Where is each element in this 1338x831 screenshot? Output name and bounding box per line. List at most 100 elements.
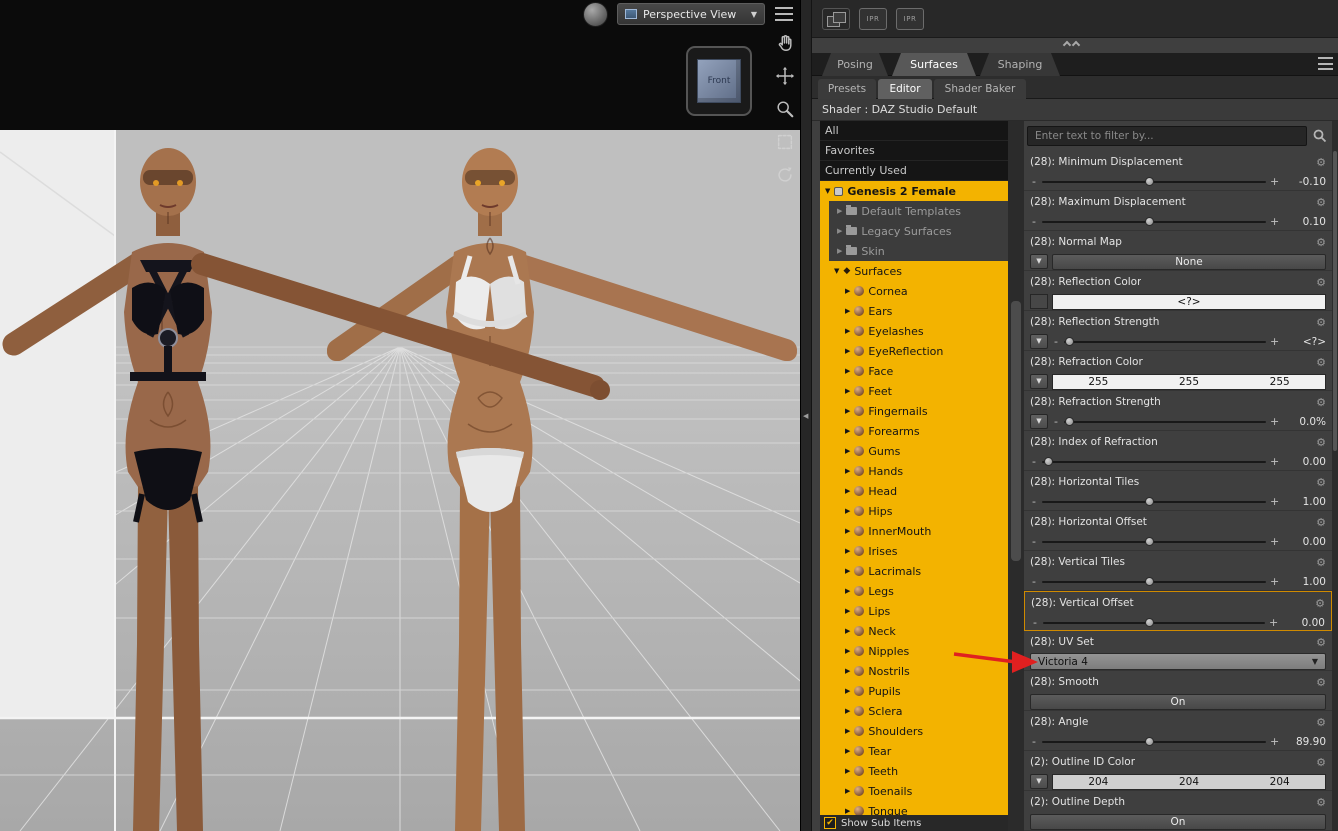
tree-item-default-templates[interactable]: ▶ Default Templates bbox=[820, 201, 1008, 221]
viewport-3d[interactable]: Perspective View ▼ Front bbox=[0, 0, 800, 831]
tree-item-lacrimals[interactable]: ▶ Lacrimals bbox=[820, 561, 1008, 581]
tree-item-genesis-2-female[interactable]: ▼ Genesis 2 Female bbox=[820, 181, 1008, 201]
collapse-arrow-icon[interactable]: ▶ bbox=[845, 747, 850, 755]
uv-set-select[interactable]: Victoria 4 ▼ bbox=[1030, 653, 1326, 670]
slider-decrement-button[interactable]: - bbox=[1030, 535, 1038, 548]
collapse-chevron-icon[interactable] bbox=[1062, 40, 1081, 50]
collapse-arrow-icon[interactable]: ▶ bbox=[845, 527, 850, 535]
collapse-arrow-icon[interactable]: ▶ bbox=[845, 607, 850, 615]
toggle-button[interactable]: On bbox=[1030, 813, 1326, 830]
ipr-button-2[interactable]: IPR bbox=[896, 7, 924, 30]
slider-thumb[interactable] bbox=[1144, 216, 1154, 226]
slider-increment-button[interactable]: + bbox=[1270, 495, 1279, 508]
gear-icon[interactable]: ⚙ bbox=[1316, 637, 1326, 648]
slider-thumb[interactable] bbox=[1144, 736, 1154, 746]
collapse-arrow-icon[interactable]: ▶ bbox=[845, 367, 850, 375]
gear-icon[interactable]: ⚙ bbox=[1316, 517, 1326, 528]
map-menu-icon[interactable]: ▼ bbox=[1030, 374, 1048, 389]
expand-arrow-icon[interactable]: ▼ bbox=[834, 267, 839, 275]
slider-track[interactable] bbox=[1042, 736, 1266, 746]
slider-decrement-button[interactable]: - bbox=[1030, 455, 1038, 468]
collapse-arrow-icon[interactable]: ▶ bbox=[845, 387, 850, 395]
slider-increment-button[interactable]: + bbox=[1269, 616, 1278, 629]
tree-item-skin[interactable]: ▶ Skin bbox=[820, 241, 1008, 261]
gear-icon[interactable]: ⚙ bbox=[1316, 717, 1326, 728]
collapse-arrow-icon[interactable]: ▶ bbox=[845, 767, 850, 775]
gear-icon[interactable]: ⚙ bbox=[1316, 797, 1326, 808]
gear-icon[interactable]: ⚙ bbox=[1316, 757, 1326, 768]
collapse-arrow-icon[interactable]: ▶ bbox=[845, 787, 850, 795]
collapse-arrow-icon[interactable]: ▶ bbox=[837, 207, 842, 215]
slider-thumb[interactable] bbox=[1144, 576, 1154, 586]
gear-icon[interactable]: ⚙ bbox=[1316, 397, 1326, 408]
slider-increment-button[interactable]: + bbox=[1270, 735, 1279, 748]
slider-track[interactable] bbox=[1042, 576, 1266, 586]
slider-increment-button[interactable]: + bbox=[1270, 335, 1279, 348]
tree-item-sclera[interactable]: ▶ Sclera bbox=[820, 701, 1008, 721]
tree-item-feet[interactable]: ▶ Feet bbox=[820, 381, 1008, 401]
map-value-button[interactable]: None bbox=[1052, 253, 1326, 270]
collapse-arrow-icon[interactable]: ▶ bbox=[845, 687, 850, 695]
collapse-arrow-icon[interactable]: ▶ bbox=[845, 807, 850, 815]
gear-icon[interactable]: ⚙ bbox=[1316, 357, 1326, 368]
collapse-arrow-icon[interactable]: ▶ bbox=[845, 467, 850, 475]
slider-track[interactable] bbox=[1042, 496, 1266, 506]
splitter-collapse-icon[interactable]: ◀ bbox=[803, 412, 808, 420]
gear-icon[interactable]: ⚙ bbox=[1315, 598, 1325, 609]
slider-thumb[interactable] bbox=[1144, 536, 1154, 546]
slider-decrement-button[interactable]: - bbox=[1030, 175, 1038, 188]
tree-item-favorites[interactable]: Favorites bbox=[820, 141, 1008, 161]
slider-track[interactable] bbox=[1042, 456, 1266, 466]
collapse-arrow-icon[interactable]: ▶ bbox=[845, 427, 850, 435]
properties-scrollbar[interactable] bbox=[1332, 121, 1338, 831]
tab-surfaces[interactable]: Surfaces bbox=[892, 53, 976, 76]
tab-posing[interactable]: Posing bbox=[822, 53, 888, 76]
gear-icon[interactable]: ⚙ bbox=[1316, 557, 1326, 568]
collapse-arrow-icon[interactable]: ▶ bbox=[845, 407, 850, 415]
collapse-arrow-icon[interactable]: ▶ bbox=[845, 647, 850, 655]
tree-item-surfaces[interactable]: ▼ ◆ Surfaces bbox=[820, 261, 1008, 281]
map-menu-icon[interactable]: ▼ bbox=[1030, 334, 1048, 349]
aux-viewport-sphere-icon[interactable] bbox=[583, 2, 608, 27]
tree-item-shoulders[interactable]: ▶ Shoulders bbox=[820, 721, 1008, 741]
pan-hand-icon[interactable] bbox=[772, 30, 798, 56]
tree-item-tear[interactable]: ▶ Tear bbox=[820, 741, 1008, 761]
slider-decrement-button[interactable]: - bbox=[1052, 415, 1060, 428]
collapse-arrow-icon[interactable]: ▶ bbox=[845, 287, 850, 295]
view-selector[interactable]: Perspective View ▼ bbox=[617, 3, 765, 25]
tree-item-neck[interactable]: ▶ Neck bbox=[820, 621, 1008, 641]
slider-decrement-button[interactable]: - bbox=[1031, 616, 1039, 629]
collapse-arrow-icon[interactable]: ▶ bbox=[845, 587, 850, 595]
slider-thumb[interactable] bbox=[1043, 456, 1053, 466]
color-map-slot[interactable] bbox=[1030, 294, 1048, 309]
collapse-arrow-icon[interactable]: ▶ bbox=[845, 307, 850, 315]
viewport-menu-icon[interactable] bbox=[775, 7, 793, 21]
tree-scrollbar[interactable] bbox=[1008, 121, 1024, 831]
collapse-arrow-icon[interactable]: ▶ bbox=[845, 727, 850, 735]
slider-increment-button[interactable]: + bbox=[1270, 575, 1279, 588]
tree-item-tongue[interactable]: ▶ Tongue bbox=[820, 801, 1008, 815]
view-navigation-cube[interactable]: Front bbox=[686, 46, 752, 116]
tree-item-gums[interactable]: ▶ Gums bbox=[820, 441, 1008, 461]
zoom-tool-icon[interactable] bbox=[772, 96, 798, 122]
color-swatch-bar[interactable]: <?> bbox=[1052, 293, 1326, 310]
tree-item-legs[interactable]: ▶ Legs bbox=[820, 581, 1008, 601]
cube-front-face[interactable]: Front bbox=[697, 59, 741, 103]
gear-icon[interactable]: ⚙ bbox=[1316, 277, 1326, 288]
slider-decrement-button[interactable]: - bbox=[1030, 495, 1038, 508]
tree-item-cornea[interactable]: ▶ Cornea bbox=[820, 281, 1008, 301]
slider-increment-button[interactable]: + bbox=[1270, 415, 1279, 428]
collapse-arrow-icon[interactable]: ▶ bbox=[845, 627, 850, 635]
slider-decrement-button[interactable]: - bbox=[1030, 575, 1038, 588]
color-swatch-bar[interactable]: 204 204 204 bbox=[1052, 773, 1326, 790]
search-icon[interactable] bbox=[1311, 127, 1329, 145]
tree-item-head[interactable]: ▶ Head bbox=[820, 481, 1008, 501]
tree-item-hips[interactable]: ▶ Hips bbox=[820, 501, 1008, 521]
slider-increment-button[interactable]: + bbox=[1270, 215, 1279, 228]
tree-item-nipples[interactable]: ▶ Nipples bbox=[820, 641, 1008, 661]
show-sub-items-checkbox[interactable]: ✔ bbox=[824, 817, 836, 829]
gear-icon[interactable]: ⚙ bbox=[1316, 477, 1326, 488]
slider-thumb[interactable] bbox=[1065, 416, 1075, 426]
slider-thumb[interactable] bbox=[1144, 496, 1154, 506]
color-swatch-bar[interactable]: 255 255 255 bbox=[1052, 373, 1326, 390]
